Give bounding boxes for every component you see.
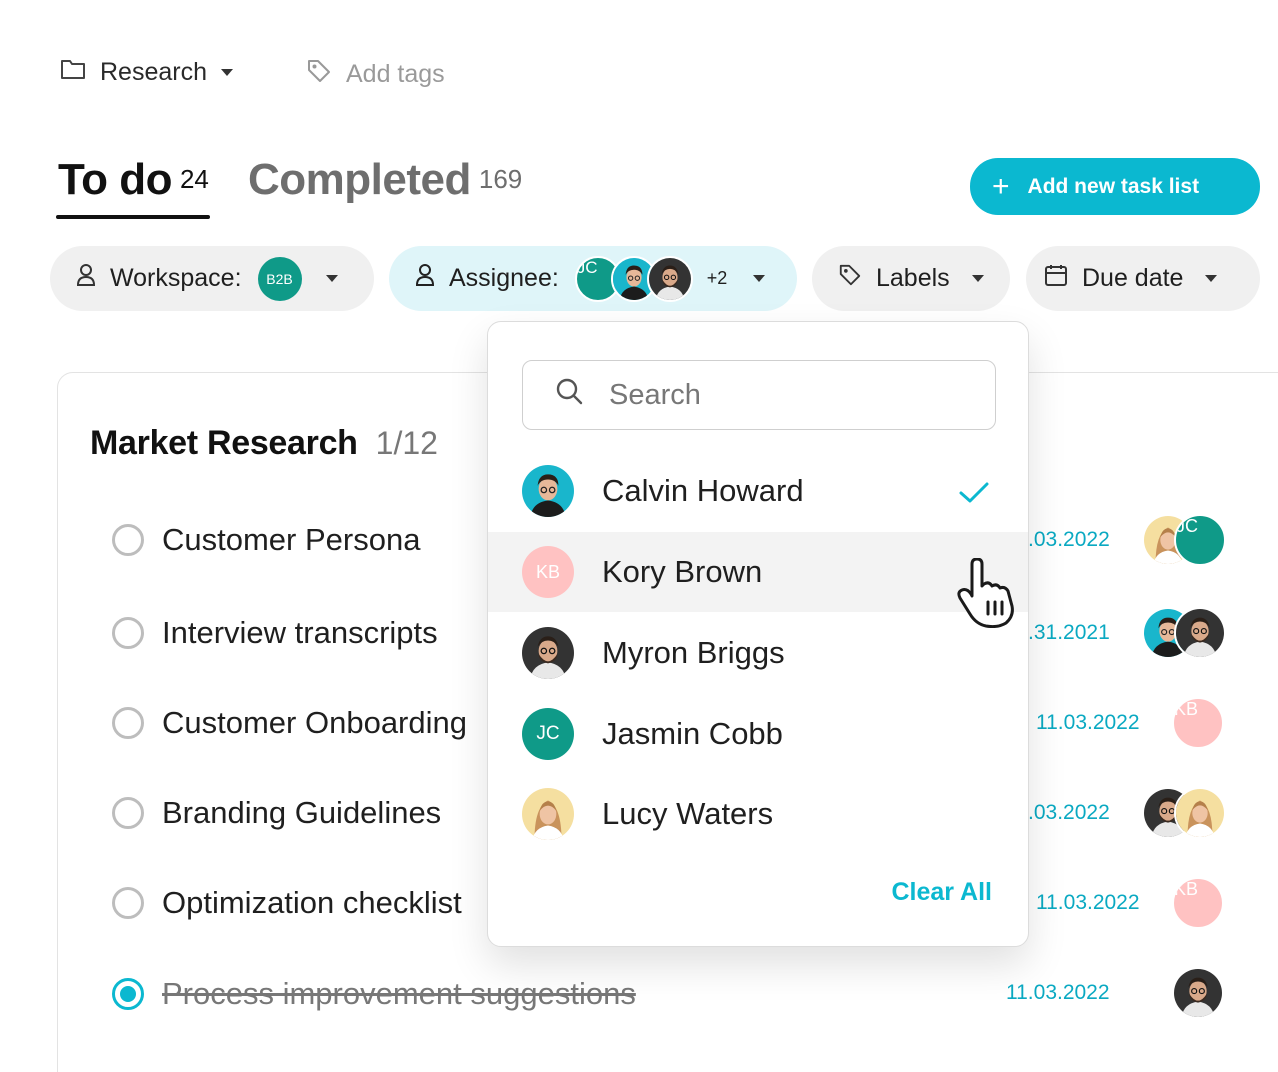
labels-filter-label: Labels	[876, 264, 950, 292]
task-due-date: 11.03.2022	[1036, 711, 1140, 734]
task-due-date: 11.03.2022	[1006, 981, 1110, 1004]
avatar	[1174, 787, 1226, 839]
tab-todo-count: 24	[179, 163, 209, 194]
task-name: Interview transcripts	[162, 615, 438, 650]
avatar	[1174, 607, 1226, 659]
tab-active-underline	[56, 215, 210, 219]
task-assignees	[1172, 967, 1224, 1024]
task-row[interactable]: Branding Guidelines	[112, 795, 441, 831]
tab-completed[interactable]: Completed 169	[248, 155, 522, 205]
task-name: Branding Guidelines	[162, 795, 442, 830]
task-due-date: .03.2022	[1028, 528, 1110, 551]
task-assignees: KB	[1172, 697, 1224, 754]
assignee-option-name: Myron Briggs	[602, 635, 785, 670]
avatar: JC	[522, 708, 574, 760]
chevron-down-icon	[753, 275, 766, 282]
assignee-filter-label: Assignee:	[449, 264, 559, 292]
task-due-date: .31.2021	[1028, 621, 1110, 644]
check-icon	[958, 477, 990, 513]
tab-todo[interactable]: To do 24	[58, 155, 209, 205]
task-name: Customer Persona	[162, 522, 421, 557]
avatar	[522, 788, 574, 840]
assignee-option-name: Jasmin Cobb	[602, 716, 783, 751]
task-row[interactable]: Customer Onboarding	[112, 705, 467, 741]
assignee-option-myron-briggs[interactable]: Myron Briggs	[488, 613, 1028, 693]
plus-icon: +	[992, 169, 1010, 203]
task-assignees	[1142, 787, 1226, 839]
add-tags-button[interactable]: Add tags	[306, 58, 445, 91]
task-list-title: Market Research	[90, 424, 358, 462]
avatar	[1172, 967, 1224, 1019]
task-assignees: KB	[1172, 877, 1224, 934]
folder-selector[interactable]: Research	[60, 58, 233, 87]
folder-icon	[60, 58, 86, 87]
task-row[interactable]: Customer Persona	[112, 522, 420, 558]
task-row[interactable]: Interview transcripts	[112, 615, 438, 651]
task-due-date: .03.2022	[1028, 801, 1110, 824]
avatar	[522, 627, 574, 679]
tab-completed-label: Completed	[248, 155, 471, 204]
tab-todo-label: To do	[58, 155, 172, 204]
chevron-down-icon	[221, 69, 233, 76]
calendar-icon	[1044, 263, 1068, 294]
task-checkbox[interactable]	[112, 707, 144, 739]
avatar	[522, 465, 574, 517]
due-date-filter-label: Due date	[1082, 264, 1184, 292]
assignee-option-calvin-howard[interactable]: Calvin Howard	[488, 451, 1028, 531]
add-task-list-button[interactable]: + Add new task list	[970, 158, 1260, 215]
task-list-progress: 1/12	[375, 425, 438, 461]
task-checkbox[interactable]	[112, 524, 144, 556]
hand-cursor-icon	[956, 557, 1018, 633]
chevron-down-icon	[325, 275, 338, 282]
task-checkbox[interactable]	[112, 617, 144, 649]
user-icon	[76, 263, 96, 294]
tab-completed-count: 169	[478, 163, 523, 194]
folder-name: Research	[100, 58, 207, 86]
avatar: KB	[522, 546, 574, 598]
task-name: Optimization checklist	[162, 885, 462, 920]
task-row[interactable]: Optimization checklist	[112, 885, 462, 921]
avatar	[646, 255, 693, 302]
search-placeholder: Search	[609, 378, 701, 411]
task-row[interactable]: Process improvement suggestions	[112, 976, 636, 1012]
assignee-filter[interactable]: Assignee: JC +2	[389, 246, 797, 311]
assignee-option-lucy-waters[interactable]: Lucy Waters	[488, 774, 1028, 854]
tag-icon	[306, 58, 332, 91]
workspace-badge: B2B	[257, 256, 302, 301]
workspace-filter-label: Workspace:	[110, 264, 242, 292]
workspace-filter[interactable]: Workspace: B2B	[50, 246, 374, 311]
add-tags-label: Add tags	[346, 60, 445, 88]
avatar: KB	[1172, 697, 1224, 749]
task-list-header: Market Research 1/12	[90, 424, 438, 463]
assignee-dropdown: Search Calvin Howard KB Kory Brown Myron…	[487, 321, 1029, 947]
task-name: Process improvement suggestions	[162, 976, 636, 1011]
avatar: JC	[1174, 514, 1226, 566]
assignee-search-input[interactable]: Search	[522, 360, 996, 430]
task-assignees	[1142, 607, 1226, 659]
due-date-filter[interactable]: Due date	[1026, 246, 1260, 311]
assignee-option-jasmin-cobb[interactable]: JC Jasmin Cobb	[488, 694, 1028, 774]
user-icon	[415, 263, 435, 294]
task-assignees: JC	[1142, 514, 1226, 566]
task-name: Customer Onboarding	[162, 705, 467, 740]
assignee-option-kory-brown[interactable]: KB Kory Brown	[488, 532, 1028, 612]
assignee-option-name: Calvin Howard	[602, 473, 804, 508]
clear-all-button[interactable]: Clear All	[891, 878, 992, 907]
chevron-down-icon	[1205, 275, 1218, 282]
tag-icon	[838, 263, 862, 294]
assignee-option-name: Kory Brown	[602, 554, 763, 589]
assignee-extra-count: +2	[706, 268, 728, 288]
chevron-down-icon	[971, 275, 984, 282]
search-icon	[555, 377, 583, 413]
avatar: KB	[1172, 877, 1224, 929]
task-checkbox[interactable]	[112, 887, 144, 919]
task-checkbox-checked[interactable]	[112, 978, 144, 1010]
add-task-list-label: Add new task list	[1027, 174, 1200, 198]
assignee-option-name: Lucy Waters	[602, 796, 774, 831]
task-checkbox[interactable]	[112, 797, 144, 829]
assignee-avatar-stack: JC	[574, 255, 693, 302]
labels-filter[interactable]: Labels	[812, 246, 1010, 311]
task-due-date: 11.03.2022	[1036, 891, 1140, 914]
